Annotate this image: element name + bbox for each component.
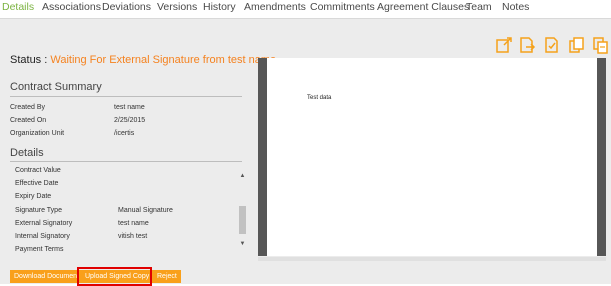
highlight-box — [77, 267, 152, 286]
detail-value-external-signatory: test name — [118, 220, 149, 227]
detail-label-external-signatory: External Signatory — [15, 220, 73, 227]
summary-value-created-on: 2/25/2015 — [114, 117, 146, 124]
tab-amendments[interactable]: Amendments — [244, 1, 306, 13]
tab-bar: Details Associations Deviations Versions… — [0, 0, 611, 19]
download-document-button[interactable]: Download Document — [10, 270, 83, 283]
tab-commitments[interactable]: Commitments — [310, 1, 375, 13]
viewer-horizontal-scrollbar[interactable] — [258, 257, 606, 261]
details-title: Details — [10, 147, 44, 159]
detail-label-signature-type: Signature Type — [15, 207, 62, 214]
duplicate-document-icon[interactable] — [592, 36, 610, 54]
document-check-icon[interactable] — [543, 36, 561, 54]
scroll-down-icon[interactable]: ▼ — [238, 240, 247, 248]
status-value: Waiting For External Signature from test… — [50, 54, 277, 66]
contract-summary-title: Contract Summary — [10, 81, 102, 93]
detail-label-expiry-date: Expiry Date — [15, 193, 52, 200]
tab-agreement-clauses[interactable]: Agreement Clauses — [377, 1, 469, 13]
status-line: Status : Waiting For External Signature … — [10, 54, 276, 66]
status-label: Status : — [10, 54, 48, 66]
tab-notes[interactable]: Notes — [502, 1, 529, 13]
section-divider — [10, 161, 242, 162]
copy-document-icon[interactable] — [568, 36, 586, 54]
summary-value-created-by: test name — [114, 104, 145, 111]
document-page: Test data — [267, 58, 597, 256]
tab-deviations[interactable]: Deviations — [102, 1, 151, 13]
summary-label-created-by: Created By — [10, 104, 46, 111]
scroll-up-icon[interactable]: ▲ — [238, 172, 247, 180]
tab-associations[interactable]: Associations — [42, 1, 101, 13]
summary-value-organization-unit: /icertis — [114, 130, 135, 137]
tab-team[interactable]: Team — [466, 1, 492, 13]
detail-label-contract-value: Contract Value — [15, 167, 61, 174]
document-text: Test data — [307, 95, 332, 101]
detail-value-internal-signatory: vitish test — [118, 233, 148, 240]
summary-label-organization-unit: Organization Unit — [10, 130, 65, 137]
detail-label-internal-signatory: Internal Signatory — [15, 233, 70, 240]
section-divider — [10, 96, 242, 97]
tab-versions[interactable]: Versions — [157, 1, 197, 13]
document-viewer: Test data — [258, 58, 606, 256]
detail-label-payment-terms: Payment Terms — [15, 246, 64, 253]
detail-label-effective-date: Effective Date — [15, 180, 59, 187]
scrollbar-thumb[interactable] — [239, 206, 246, 234]
detail-value-signature-type: Manual Signature — [118, 207, 173, 214]
details-scrollbar[interactable]: ▲ ▼ — [238, 170, 247, 250]
export-icon[interactable] — [495, 36, 513, 54]
tab-history[interactable]: History — [203, 1, 236, 13]
summary-label-created-on: Created On — [10, 117, 47, 124]
reject-button[interactable]: Reject — [153, 270, 181, 283]
tab-details[interactable]: Details — [2, 1, 34, 13]
document-share-icon[interactable] — [518, 36, 536, 54]
